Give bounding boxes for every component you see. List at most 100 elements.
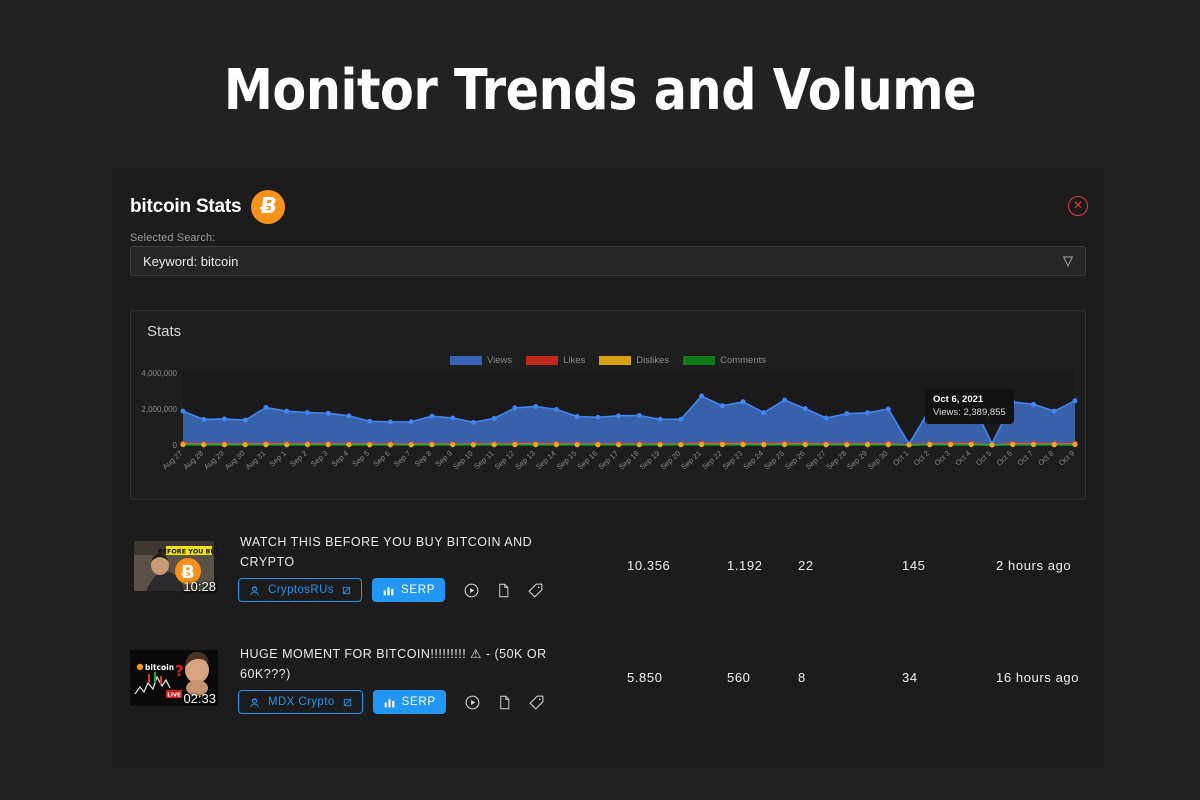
data-point-views: [595, 415, 600, 420]
x-axis-tick: Sep 18: [617, 449, 641, 472]
data-point-views: [367, 419, 372, 424]
x-axis-tick: Sep 25: [762, 449, 786, 472]
legend-label: Comments: [720, 355, 766, 366]
data-point-dislikes: [740, 442, 745, 447]
x-axis-tick-label: Sep 3: [309, 449, 330, 469]
video-row[interactable]: bitcoin?LIVE02:33HUGE MOMENT FOR BITCOIN…: [112, 632, 1104, 744]
x-axis-tick: Sep 12: [493, 449, 517, 472]
data-point-views: [263, 405, 268, 410]
data-point-dislikes: [989, 442, 994, 447]
x-axis-tick: Sep 30: [866, 449, 890, 472]
card-title: bitcoin Stats: [130, 196, 241, 218]
x-axis-tick: Sep 14: [534, 449, 558, 472]
data-point-views: [181, 409, 186, 414]
data-point-dislikes: [927, 442, 932, 447]
data-point-views: [658, 417, 663, 422]
data-point-views: [616, 413, 621, 418]
x-axis-tick-label: Sep 1: [267, 449, 288, 469]
data-point-dislikes: [906, 442, 911, 447]
bitcoin-glyph: Ƀ: [258, 194, 278, 219]
data-point-views: [492, 416, 497, 421]
keyword-select[interactable]: Keyword: bitcoin ▽: [130, 246, 1086, 276]
data-point-views: [284, 409, 289, 414]
data-point-views: [305, 410, 310, 415]
x-axis-tick: Aug 30: [223, 449, 247, 472]
legend-item: Likes: [526, 355, 585, 366]
data-point-dislikes: [180, 442, 185, 447]
legend-item: Dislikes: [599, 355, 669, 366]
data-point-views: [824, 416, 829, 421]
data-point-views: [1010, 399, 1015, 404]
video-list: BEFORE YOU BUYɃ10:28WATCH THIS BEFORE YO…: [112, 520, 1104, 744]
data-point-views: [782, 398, 787, 403]
stats-card: bitcoin Stats Ƀ ✕ Selected Search: Keywo…: [112, 168, 1104, 768]
data-point-dislikes: [803, 442, 808, 447]
x-axis-tick-label: Sep 23: [721, 449, 745, 472]
metric-comments: 34: [902, 670, 918, 685]
data-point-dislikes: [326, 442, 331, 447]
metric-likes: 560: [727, 670, 751, 685]
chart-legend: ViewsLikesDislikesComments: [131, 355, 1085, 366]
data-point-views: [326, 411, 331, 416]
x-axis-tick: Oct 2: [912, 449, 931, 468]
data-point-dislikes: [948, 442, 953, 447]
x-axis-tick: Oct 7: [1015, 449, 1034, 468]
x-axis-tick: Sep 17: [596, 449, 620, 472]
x-axis-tick-label: Sep 28: [824, 449, 848, 472]
data-point-views: [803, 406, 808, 411]
data-point-dislikes: [346, 442, 351, 447]
data-point-dislikes: [284, 442, 289, 447]
x-axis-tick-label: Oct 3: [933, 449, 952, 468]
metric-comments: 145: [902, 558, 926, 573]
x-axis-tick: Sep 27: [804, 449, 828, 472]
data-point-views: [699, 394, 704, 399]
x-axis-tick-label: Sep 6: [371, 449, 392, 469]
data-point-views: [201, 417, 206, 422]
data-point-dislikes: [305, 442, 310, 447]
data-point-dislikes: [865, 442, 870, 447]
x-axis-tick: Aug 28: [181, 449, 205, 472]
data-point-dislikes: [1031, 442, 1036, 447]
legend-swatch: [683, 356, 715, 365]
x-axis-tick: Oct 6: [995, 449, 1014, 468]
close-icon[interactable]: ✕: [1068, 196, 1088, 216]
data-point-dislikes: [450, 442, 455, 447]
data-point-dislikes: [699, 442, 704, 447]
x-axis-tick-label: Oct 7: [1015, 449, 1034, 468]
x-axis-tick-label: Sep 25: [762, 449, 786, 472]
legend-swatch: [599, 356, 631, 365]
x-axis-tick-label: Sep 22: [700, 449, 724, 472]
x-axis-tick-label: Sep 10: [451, 449, 475, 472]
keyword-select-value: Keyword: bitcoin: [143, 254, 1063, 269]
x-axis-tick: Oct 5: [974, 449, 993, 468]
x-axis-tick: Sep 10: [451, 449, 475, 472]
x-axis-tick: Aug 31: [244, 449, 268, 472]
x-axis-tick: Sep 2: [288, 449, 309, 469]
x-axis-tick-label: Sep 8: [413, 449, 434, 469]
x-axis-tick: Sep 3: [309, 449, 330, 469]
chart-plot-area: 02,000,0004,000,000Aug 27Aug 28Aug 29Aug…: [131, 369, 1087, 499]
x-axis-tick: Sep 8: [413, 449, 434, 469]
x-axis-tick-label: Sep 14: [534, 449, 558, 472]
data-point-dislikes: [782, 442, 787, 447]
data-point-dislikes: [969, 442, 974, 447]
data-point-views: [575, 414, 580, 419]
data-point-views: [865, 410, 870, 415]
data-point-dislikes: [222, 442, 227, 447]
x-axis-tick-label: Sep 27: [804, 449, 828, 472]
metric-published: 16 hours ago: [996, 670, 1079, 685]
data-point-dislikes: [720, 442, 725, 447]
x-axis-tick: Aug 27: [161, 449, 185, 472]
video-row[interactable]: BEFORE YOU BUYɃ10:28WATCH THIS BEFORE YO…: [112, 520, 1104, 632]
page-root: Monitor Trends and Volume bitcoin Stats …: [0, 0, 1200, 800]
x-axis-tick-label: Sep 18: [617, 449, 641, 472]
x-axis-tick: Sep 19: [638, 449, 662, 472]
data-point-dislikes: [886, 442, 891, 447]
y-axis-tick-label: 4,000,000: [141, 369, 177, 378]
legend-item: Comments: [683, 355, 766, 366]
data-point-dislikes: [844, 442, 849, 447]
y-axis-tick-label: 0: [173, 441, 178, 450]
data-point-dislikes: [243, 442, 248, 447]
data-point-dislikes: [512, 442, 517, 447]
x-axis-tick-label: Sep 5: [350, 449, 371, 469]
